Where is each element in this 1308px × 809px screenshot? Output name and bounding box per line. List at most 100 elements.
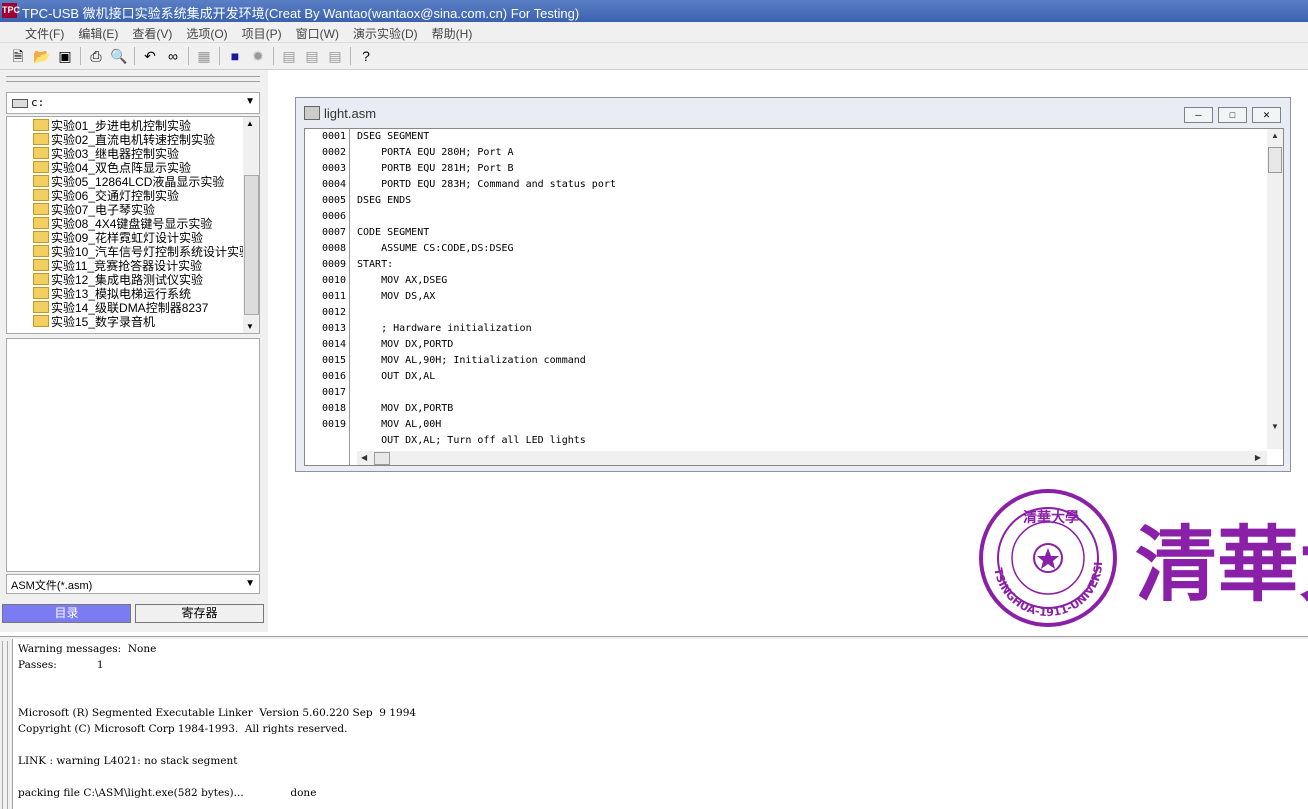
code-line[interactable]: START: [357, 257, 393, 273]
close-button[interactable]: ✕ [1252, 107, 1281, 123]
tree-item[interactable]: 实验15_数字录音机 [33, 315, 155, 329]
doc-icon[interactable]: ▤ [279, 46, 299, 66]
scroll-right-icon[interactable]: ▶ [1255, 453, 1261, 462]
scroll-left-icon[interactable]: ◀ [361, 453, 367, 462]
maximize-button[interactable]: □ [1218, 107, 1247, 123]
left-panel: c: ▼ 实验01_步进电机控制实验 实验02_直流电机转速控制实验 实验03_… [0, 70, 268, 632]
toolbar-separator [188, 47, 189, 65]
editor-horizontal-scrollbar[interactable]: ◀ ▶ [357, 451, 1267, 465]
find-binoculars-icon[interactable]: ∞ [163, 46, 183, 66]
scroll-up-icon[interactable]: ▲ [1271, 131, 1279, 140]
code-editor[interactable]: 0001 0002 0003 0004 0005 0006 0007 0008 0009 0010… [304, 128, 1284, 466]
output-line: LINK : warning L4021: no stack segment [18, 755, 238, 767]
code-line[interactable]: MOV DS,AX [357, 289, 435, 305]
toolbar-separator [134, 47, 135, 65]
menu-demo[interactable]: 演示实验(D) [353, 25, 418, 42]
chevron-down-icon[interactable]: ▼ [245, 578, 255, 589]
scroll-down-icon[interactable]: ▼ [1271, 422, 1279, 431]
print-icon[interactable]: ⎙ [86, 46, 106, 66]
tree-item[interactable]: 实验08_4X4键盘键号显示实验 [33, 217, 212, 231]
line-number: 0013 [322, 323, 347, 334]
tree-item[interactable]: 实验13_模拟电梯运行系统 [33, 287, 191, 301]
calligraphy-text: 清華大 [1135, 517, 1308, 613]
tree-item[interactable]: 实验10_汽车信号灯控制系统设计实验 [33, 245, 251, 259]
editor-vertical-scrollbar[interactable]: ▲ ▼ [1267, 129, 1283, 449]
line-number: 0019 [322, 419, 347, 430]
open-folder-icon[interactable]: 📂 [32, 46, 52, 66]
save-icon[interactable]: ▣ [55, 46, 75, 66]
code-line[interactable]: OUT DX,AL; Turn off all LED lights [357, 433, 586, 449]
doc-run-icon[interactable]: ▤ [325, 46, 345, 66]
tree-item[interactable]: 实验04_双色点阵显示实验 [33, 161, 191, 175]
folder-tree[interactable]: 实验01_步进电机控制实验 实验02_直流电机转速控制实验 实验03_继电器控制… [6, 116, 260, 334]
scroll-thumb[interactable] [374, 452, 390, 465]
doc-step-icon[interactable]: ▤ [302, 46, 322, 66]
code-line[interactable]: ; Hardware initialization [357, 321, 532, 337]
drive-select[interactable]: c: ▼ [6, 92, 260, 114]
file-type-select[interactable]: ASM文件(*.asm) ▼ [6, 574, 260, 594]
menu-view[interactable]: 查看(V) [132, 25, 172, 42]
tree-item[interactable]: 实验01_步进电机控制实验 [33, 119, 191, 133]
tree-item[interactable]: 实验06_交通灯控制实验 [33, 189, 179, 203]
chevron-down-icon[interactable]: ▼ [245, 96, 255, 107]
folder-icon [33, 175, 49, 187]
tab-directory[interactable]: 目录 [2, 604, 131, 623]
code-line[interactable]: OUT DX,AL [357, 369, 435, 385]
folder-icon [33, 273, 49, 285]
menu-edit[interactable]: 编辑(E) [78, 25, 118, 42]
menu-project[interactable]: 项目(P) [242, 25, 282, 42]
folder-icon [33, 133, 49, 145]
file-list[interactable] [6, 338, 260, 572]
menu-options[interactable]: 选项(O) [186, 25, 227, 42]
code-line[interactable]: PORTA EQU 280H; Port A [357, 145, 513, 161]
minimize-button[interactable]: ─ [1184, 107, 1213, 123]
panel-grip[interactable] [2, 641, 8, 809]
tree-item[interactable]: 实验12_集成电路测试仪实验 [33, 273, 203, 287]
code-line[interactable]: ASSUME CS:CODE,DS:DSEG [357, 241, 513, 257]
code-line[interactable]: MOV AX,DSEG [357, 273, 447, 289]
code-line[interactable]: MOV AL,00H [357, 417, 441, 433]
menu-help[interactable]: 帮助(H) [432, 25, 473, 42]
code-line[interactable]: PORTD EQU 283H; Command and status port [357, 177, 616, 193]
menu-file[interactable]: 文件(F) [25, 25, 64, 42]
scroll-thumb[interactable] [1268, 147, 1282, 173]
menu-window[interactable]: 窗口(W) [296, 25, 339, 42]
tree-item[interactable]: 实验07_电子琴实验 [33, 203, 155, 217]
print-preview-icon[interactable]: 🔍 [109, 46, 129, 66]
grid-icon[interactable]: ▦ [194, 46, 214, 66]
file-type-value: ASM文件(*.asm) [11, 580, 93, 592]
line-number: 0018 [322, 403, 347, 414]
line-number: 0007 [322, 227, 347, 238]
line-number: 0017 [322, 387, 347, 398]
tree-item[interactable]: 实验03_继电器控制实验 [33, 147, 179, 161]
help-icon[interactable]: ? [356, 46, 376, 66]
code-line[interactable]: MOV DX,PORTB [357, 401, 453, 417]
seal-top-text: 清華大學 [1023, 509, 1079, 526]
tree-item[interactable]: 实验05_12864LCD液晶显示实验 [33, 175, 224, 189]
line-number: 0011 [322, 291, 347, 302]
stop-icon[interactable]: ■ [225, 46, 245, 66]
undo-icon[interactable]: ↶ [140, 46, 160, 66]
scroll-thumb[interactable] [244, 175, 259, 315]
code-line[interactable]: MOV AL,90H; Initialization command [357, 353, 586, 369]
editor-titlebar[interactable]: light.asm ─ □ ✕ [296, 98, 1290, 126]
code-line[interactable]: CODE SEGMENT [357, 225, 429, 241]
code-line[interactable]: PORTB EQU 281H; Port B [357, 161, 513, 177]
tree-item[interactable]: 实验11_竞赛抢答器设计实验 [33, 259, 202, 273]
new-file-icon[interactable]: 🗎 [8, 46, 28, 66]
code-line[interactable]: MOV DX,PORTD [357, 337, 453, 353]
tree-scrollbar[interactable]: ▲ ▼ [243, 117, 259, 333]
panel-grip[interactable] [6, 76, 260, 82]
line-number: 0004 [322, 179, 347, 190]
scroll-down-icon[interactable]: ▼ [246, 322, 254, 331]
code-line[interactable]: DSEG SEGMENT [357, 129, 429, 145]
tab-registers[interactable]: 寄存器 [135, 604, 264, 623]
scroll-up-icon[interactable]: ▲ [246, 119, 254, 128]
build-output[interactable]: Warning messages: None Passes: 1 Microso… [12, 639, 1308, 809]
code-line[interactable]: DSEG ENDS [357, 193, 411, 209]
toolbar-separator [80, 47, 81, 65]
debug-bug-icon[interactable]: ✹ [248, 46, 268, 66]
tree-item[interactable]: 实验02_直流电机转速控制实验 [33, 133, 215, 147]
tree-item[interactable]: 实验09_花样霓虹灯设计实验 [33, 231, 203, 245]
tree-item[interactable]: 实验14_级联DMA控制器8237 [33, 301, 208, 315]
